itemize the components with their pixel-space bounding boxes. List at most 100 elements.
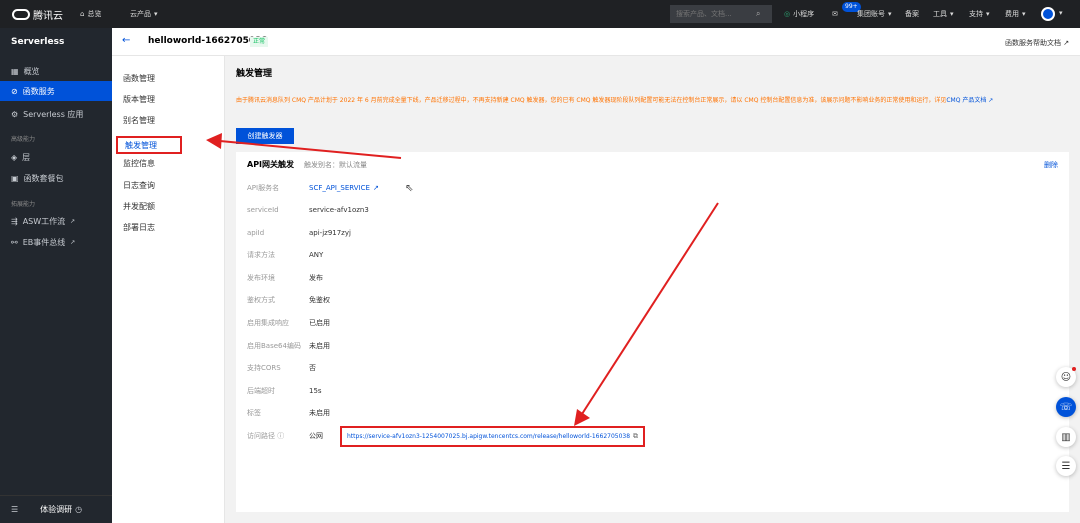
sidebar-item-eb[interactable]: ⚯ EB事件总线 ↗ [11, 235, 75, 249]
top-bar: 腾讯云 ⌂ 总览 云产品 ▾ ⌕ ◎ 小程序 ✉ 99+ 集团账号 ▾ 备案 工… [0, 0, 1080, 28]
access-path-label: 访问路径 [247, 432, 275, 440]
row-label: 鉴权方式 [247, 296, 275, 304]
nav-version-management[interactable]: 版本管理 [123, 93, 155, 107]
row-value: 否 [309, 364, 316, 372]
sidebar-item-label: 函数套餐包 [23, 173, 64, 183]
sidebar-item-label: 函数服务 [22, 86, 55, 96]
row-value: 发布 [309, 274, 323, 282]
sidebar-title: Serverless [11, 37, 65, 47]
help-doc-link[interactable]: 函数服务帮助文档 ↗ [1005, 38, 1069, 48]
row-value: 已启用 [309, 319, 330, 327]
nav-alias-management[interactable]: 别名管理 [123, 114, 155, 128]
collapse-icon[interactable]: ☰ [11, 505, 18, 514]
avatar[interactable] [1041, 7, 1055, 21]
back-arrow-icon[interactable]: ← [122, 35, 130, 46]
gear-icon: ⚙ [11, 109, 19, 119]
customer-service-icon[interactable]: ☏ [1056, 397, 1076, 417]
detail-row: 发布环境 发布 [247, 272, 323, 284]
sidebar-item-label: ASW工作流 [22, 216, 66, 226]
info-icon[interactable]: ⓘ [277, 432, 284, 440]
search-box[interactable]: ⌕ [670, 5, 772, 23]
row-label: 请求方法 [247, 251, 275, 259]
sidebar-item-serverless-app[interactable]: ⚙ Serverless 应用 [11, 107, 83, 121]
main-content: 触发管理 由于腾讯云消息队列 CMQ 产品计划于 2022 年 6 月前完成全量… [225, 56, 1080, 523]
row-value: 免鉴权 [309, 296, 330, 304]
support-menu[interactable]: 支持 ▾ [969, 0, 990, 28]
row-label: 标签 [247, 409, 261, 417]
detail-row: 后端超时 15s [247, 385, 322, 397]
detail-row: 访问路径 ⓘ 公网 https://service-afv1ozn3-12540… [247, 425, 646, 447]
nav-concurrency[interactable]: 并发配额 [123, 200, 155, 214]
row-value: service-afv1ozn3 [309, 206, 369, 214]
sidebar-item-layer[interactable]: ◈ 层 [11, 150, 30, 164]
section-advanced: 高级能力 [11, 136, 36, 143]
list-icon[interactable]: ☰ [1056, 456, 1076, 476]
survey-link[interactable]: 体验调研 [40, 504, 72, 515]
copy-icon[interactable]: ⧉ [633, 432, 638, 441]
external-link-icon: ↗ [70, 217, 76, 225]
sidebar-footer: ☰ 体验调研 ◷ [0, 495, 112, 523]
eventbus-icon: ⚯ [11, 237, 18, 247]
row-label: 支持CORS [247, 364, 281, 372]
search-input[interactable] [676, 10, 756, 18]
home-icon: ⌂ [80, 10, 85, 18]
sidebar-item-asw[interactable]: ⇶ ASW工作流 ↗ [11, 214, 75, 228]
tools-menu[interactable]: 工具 ▾ [933, 0, 954, 28]
chevron-down-icon: ▾ [950, 10, 954, 18]
mini-program-link[interactable]: ◎ 小程序 [784, 0, 814, 28]
row-label: 启用集成响应 [247, 319, 289, 327]
sidebar: Serverless ▦ 概览 ⊘ 函数服务 ⚙ Serverless 应用 高级能力… [0, 28, 112, 523]
mail-icon: ✉ [832, 10, 838, 18]
nav-function-management[interactable]: 函数管理 [123, 72, 155, 86]
row-label: serviceId [247, 206, 279, 214]
account-menu[interactable]: 集团账号 ▾ [857, 0, 892, 28]
brand-logo[interactable]: 腾讯云 [12, 0, 63, 28]
row-label: 后端超时 [247, 387, 275, 395]
row-value: api-jz917zyj [309, 229, 351, 237]
home-label: 总览 [87, 10, 102, 18]
access-url-link[interactable]: https://service-afv1ozn3-1254007025.bj.a… [347, 433, 630, 440]
row-label: apiId [247, 229, 265, 237]
nav-log-query[interactable]: 日志查询 [123, 179, 155, 193]
filing-link[interactable]: 备案 [905, 0, 919, 28]
status-badge: 正常 [250, 37, 269, 47]
message-button[interactable]: ✉ [832, 0, 838, 28]
row-value: 公网 [309, 432, 323, 440]
nav-monitoring[interactable]: 监控信息 [123, 157, 155, 171]
sidebar-item-label: 概览 [23, 66, 40, 76]
sidebar-item-label: EB事件总线 [22, 237, 66, 247]
row-value: ANY [309, 251, 324, 259]
support-label: 支持 [969, 10, 983, 18]
home-link[interactable]: ⌂ 总览 [80, 0, 101, 28]
mini-program-label: 小程序 [793, 10, 815, 18]
grid-icon: ▦ [11, 66, 19, 76]
access-url-box: https://service-afv1ozn3-1254007025.bj.a… [340, 425, 646, 447]
sidebar-item-overview[interactable]: ▦ 概览 [11, 64, 40, 78]
api-service-link[interactable]: SCF_API_SERVICE [309, 184, 370, 192]
products-menu[interactable]: 云产品 ▾ [130, 0, 158, 28]
products-label: 云产品 [130, 10, 151, 18]
function-icon: ⊘ [11, 86, 18, 96]
detail-row: serviceId service-afv1ozn3 [247, 204, 369, 216]
cost-menu[interactable]: 费用 ▾ [1005, 0, 1026, 28]
search-icon[interactable]: ⌕ [756, 9, 760, 19]
cmq-doc-link[interactable]: CMQ 产品文档 [946, 97, 986, 104]
nav-deploy-log[interactable]: 部署日志 [123, 221, 155, 235]
detail-row: 标签 未启用 [247, 407, 330, 419]
nav-trigger-management[interactable]: 触发管理 [116, 136, 182, 154]
book-icon[interactable]: ▥ [1056, 427, 1076, 447]
chevron-down-icon: ▾ [154, 10, 158, 18]
package-icon: ▣ [11, 173, 19, 183]
sidebar-item-package[interactable]: ▣ 函数套餐包 [11, 171, 64, 185]
workflow-icon: ⇶ [11, 216, 18, 226]
detail-row: 支持CORS 否 [247, 362, 316, 374]
chevron-down-icon: ▾ [1059, 9, 1063, 17]
delete-link[interactable]: 删除 [1044, 160, 1058, 170]
detail-row: 启用Base64编码 未启用 [247, 340, 330, 352]
detail-row: 鉴权方式 免鉴权 [247, 294, 330, 306]
create-trigger-button[interactable]: 创建触发器 [236, 128, 294, 144]
external-link-icon: ↗ [1063, 39, 1070, 47]
sidebar-item-functions[interactable]: ⊘ 函数服务 [0, 81, 112, 101]
trigger-alias: 触发别名：默认流量 [304, 161, 367, 169]
notice-text: 由于腾讯云消息队列 CMQ 产品计划于 2022 年 6 月前完成全量下线，产品… [236, 97, 947, 104]
